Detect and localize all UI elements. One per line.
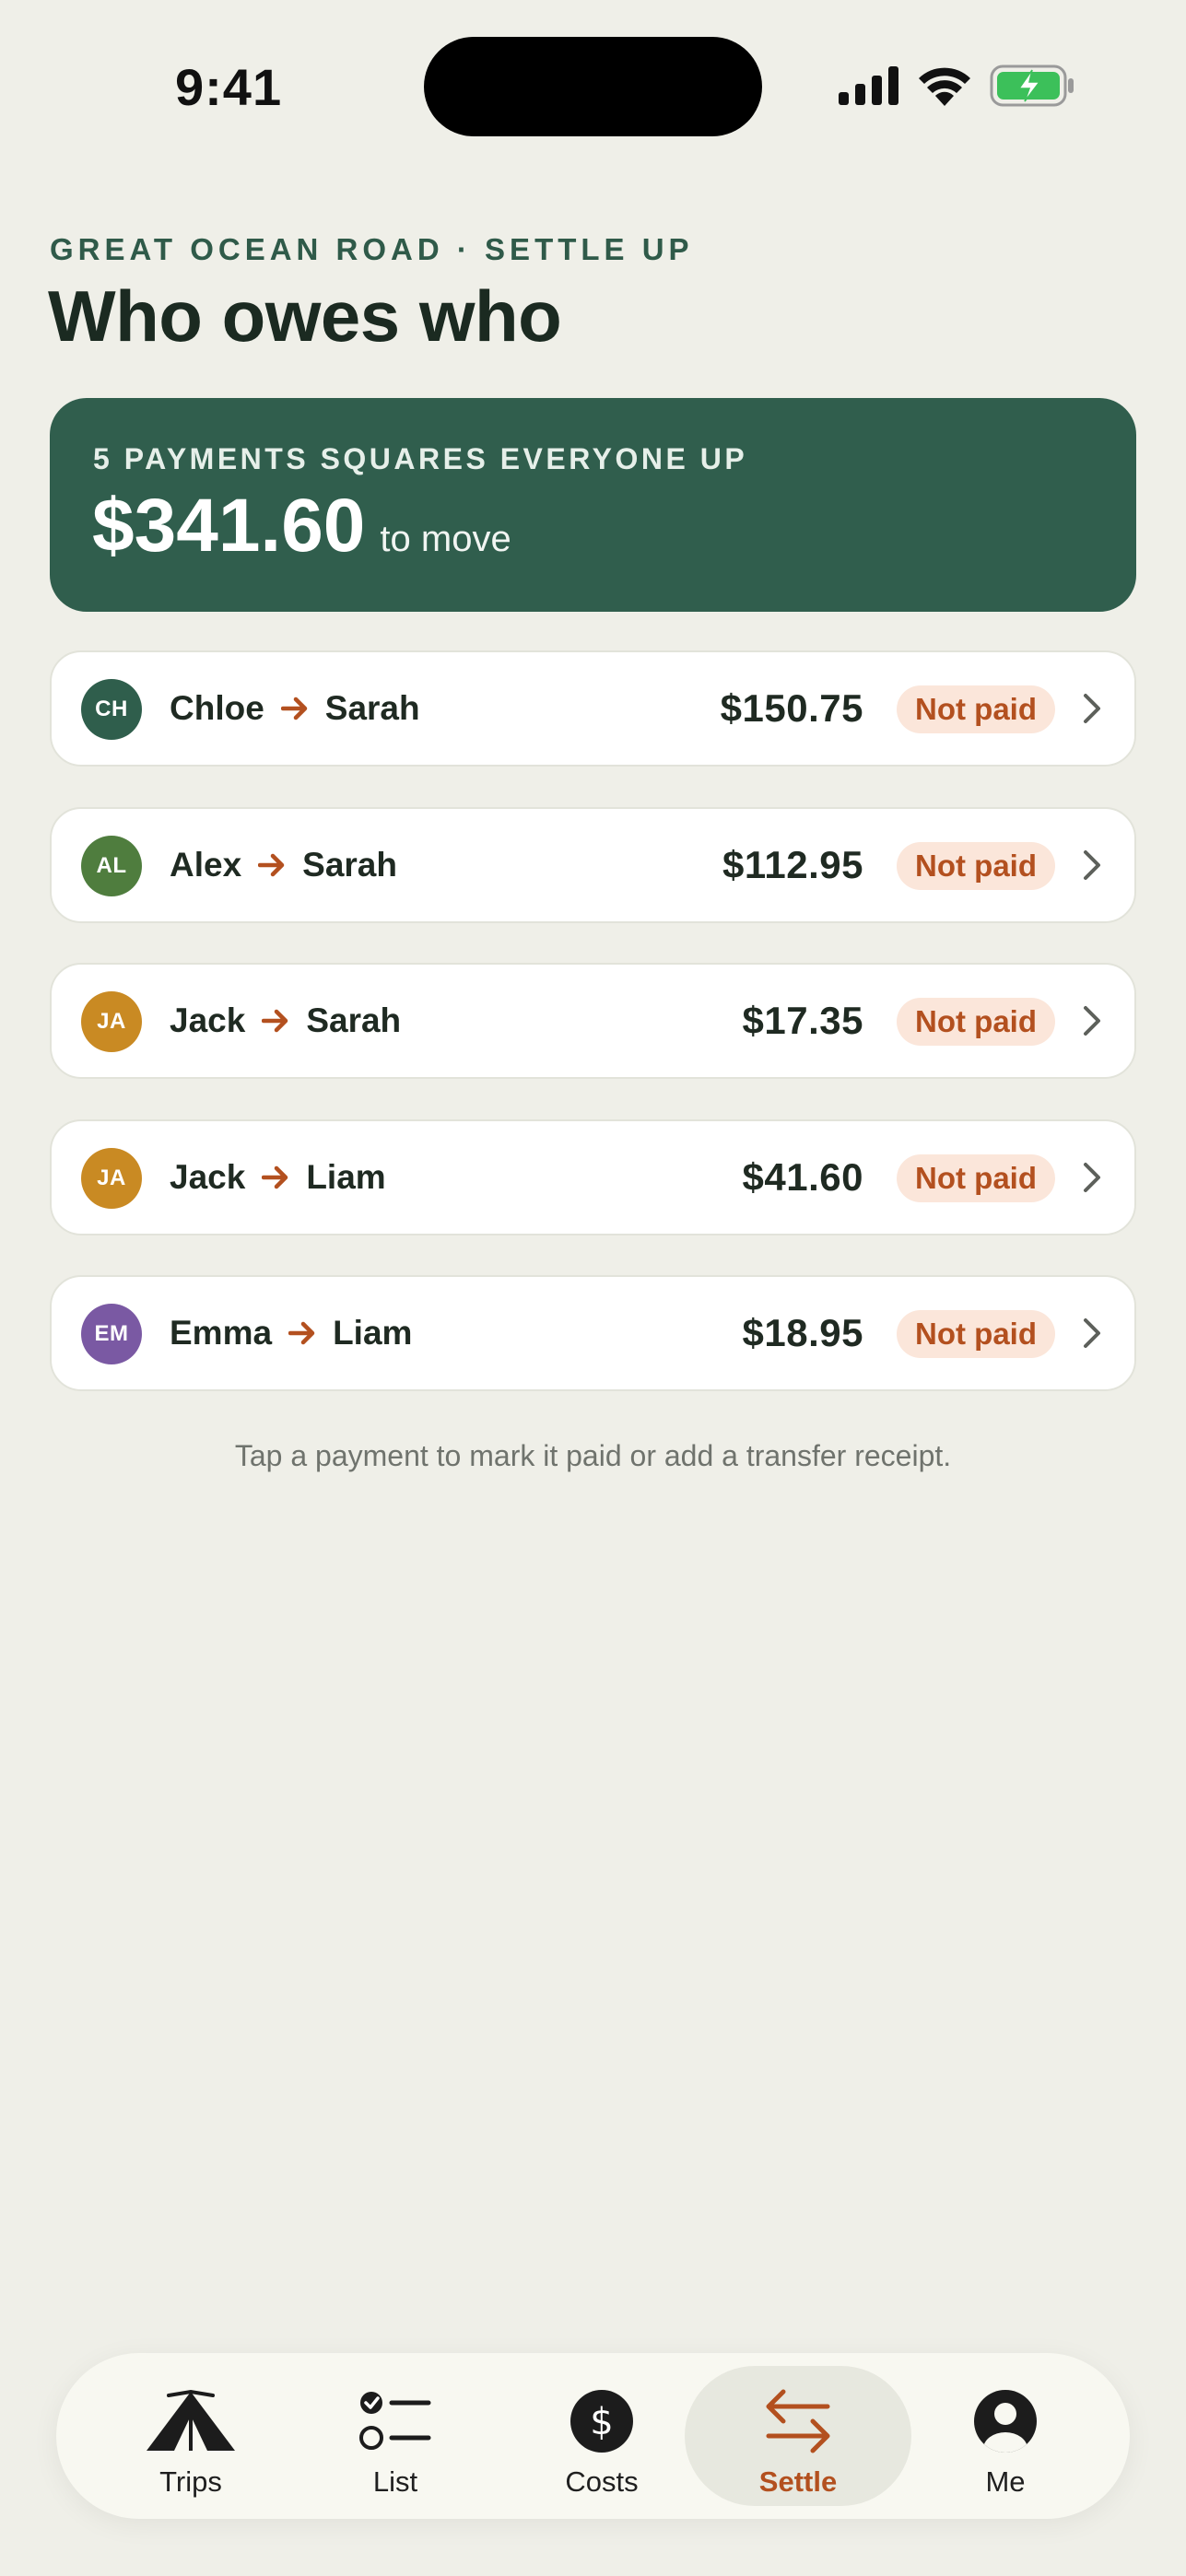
status-badge: Not paid — [897, 1153, 1055, 1202]
payee-name: Liam — [333, 1314, 413, 1352]
status-bar: 9:41 — [0, 0, 1186, 175]
summary-amount: $341.60 — [92, 484, 366, 568]
summary-card: 5 PAYMENTS SQUARES EVERYONE UP $341.60 t… — [50, 398, 1136, 612]
payment-row[interactable]: AL Alex Sarah $112.95 Not paid — [50, 806, 1136, 923]
checklist-icon — [358, 2384, 432, 2458]
chevron-right-icon — [1081, 1315, 1103, 1356]
tab-label: Costs — [565, 2465, 639, 2498]
tab-label: Settle — [758, 2465, 838, 2498]
wifi-icon — [919, 67, 970, 106]
arrow-right-icon — [288, 1321, 316, 1345]
payment-parties: Jack Liam — [170, 1121, 386, 1234]
dynamic-island — [424, 37, 762, 136]
status-badge: Not paid — [897, 998, 1055, 1046]
payee-name: Liam — [306, 1157, 386, 1196]
dollar-icon: $ — [569, 2384, 635, 2458]
tab-label: Me — [985, 2465, 1026, 2498]
payment-row[interactable]: EM Emma Liam $18.95 Not paid — [50, 1275, 1136, 1391]
payment-amount: $41.60 — [742, 1154, 863, 1199]
tab-list[interactable]: List — [294, 2366, 497, 2506]
arrow-right-icon — [258, 853, 286, 877]
status-time: 9:41 — [175, 58, 283, 116]
chevron-right-icon — [1081, 690, 1103, 732]
chevron-right-icon — [1081, 1159, 1103, 1200]
tab-label: List — [372, 2465, 418, 2498]
payer-name: Emma — [170, 1314, 273, 1352]
status-badge: Not paid — [897, 1310, 1055, 1358]
arrow-right-icon — [262, 1165, 289, 1189]
payment-row[interactable]: JA Jack Liam $41.60 Not paid — [50, 1118, 1136, 1235]
payer-name: Chloe — [170, 689, 264, 727]
arrow-right-icon — [262, 1009, 289, 1033]
payment-row[interactable]: JA Jack Sarah $17.35 Not paid — [50, 963, 1136, 1079]
svg-text:$: $ — [590, 2401, 613, 2443]
payment-amount: $17.35 — [742, 999, 863, 1042]
arrow-right-icon — [280, 697, 309, 720]
avatar: JA — [81, 1147, 142, 1209]
avatar: JA — [81, 991, 142, 1052]
person-icon — [972, 2384, 1039, 2458]
payment-row[interactable]: CH Chloe Sarah $150.75 Not paid — [50, 650, 1136, 767]
summary-amount-row: $341.60 to move — [92, 483, 511, 569]
payee-name: Sarah — [302, 845, 397, 884]
payment-list: CH Chloe Sarah $150.75 Not paid AL Alex … — [50, 650, 1136, 1432]
avatar: AL — [81, 835, 142, 896]
payment-parties: Alex Sarah — [170, 809, 397, 921]
hint-text: Tap a payment to mark it paid or add a t… — [234, 1439, 952, 1472]
status-icons — [839, 63, 1074, 109]
tab-me[interactable]: Me — [904, 2366, 1107, 2506]
battery-charging-icon — [990, 64, 1074, 107]
payer-name: Jack — [170, 1001, 246, 1039]
payer-name: Alex — [170, 845, 242, 884]
payee-name: Sarah — [324, 689, 420, 727]
summary-label: 5 PAYMENTS SQUARES EVERYONE UP — [93, 442, 748, 475]
tab-costs[interactable]: $ Costs — [500, 2366, 703, 2506]
tab-settle[interactable]: Settle — [685, 2366, 911, 2506]
cellular-signal-icon — [839, 66, 898, 105]
tab-bar: Trips List $ Costs Settle Me — [56, 2353, 1130, 2519]
payment-parties: Chloe Sarah — [170, 652, 420, 765]
chevron-right-icon — [1081, 1002, 1103, 1044]
status-badge: Not paid — [897, 841, 1055, 890]
page-title: Who owes who — [48, 275, 562, 357]
payment-amount: $112.95 — [722, 842, 863, 886]
trip-eyebrow: GREAT OCEAN ROAD · SETTLE UP — [50, 232, 694, 266]
avatar: CH — [81, 679, 142, 740]
payment-parties: Emma Liam — [170, 1277, 412, 1389]
status-badge: Not paid — [897, 685, 1055, 733]
summary-suffix: to move — [380, 519, 511, 559]
swap-arrows-icon — [761, 2384, 835, 2458]
payee-name: Sarah — [306, 1001, 402, 1039]
payment-amount: $150.75 — [720, 686, 863, 730]
tab-trips[interactable]: Trips — [89, 2366, 292, 2506]
chevron-right-icon — [1081, 847, 1103, 888]
payer-name: Jack — [170, 1157, 246, 1196]
avatar: EM — [81, 1304, 142, 1364]
tent-icon — [143, 2384, 239, 2458]
payment-amount: $18.95 — [742, 1311, 863, 1354]
payment-parties: Jack Sarah — [170, 965, 401, 1077]
tab-label: Trips — [159, 2465, 222, 2498]
